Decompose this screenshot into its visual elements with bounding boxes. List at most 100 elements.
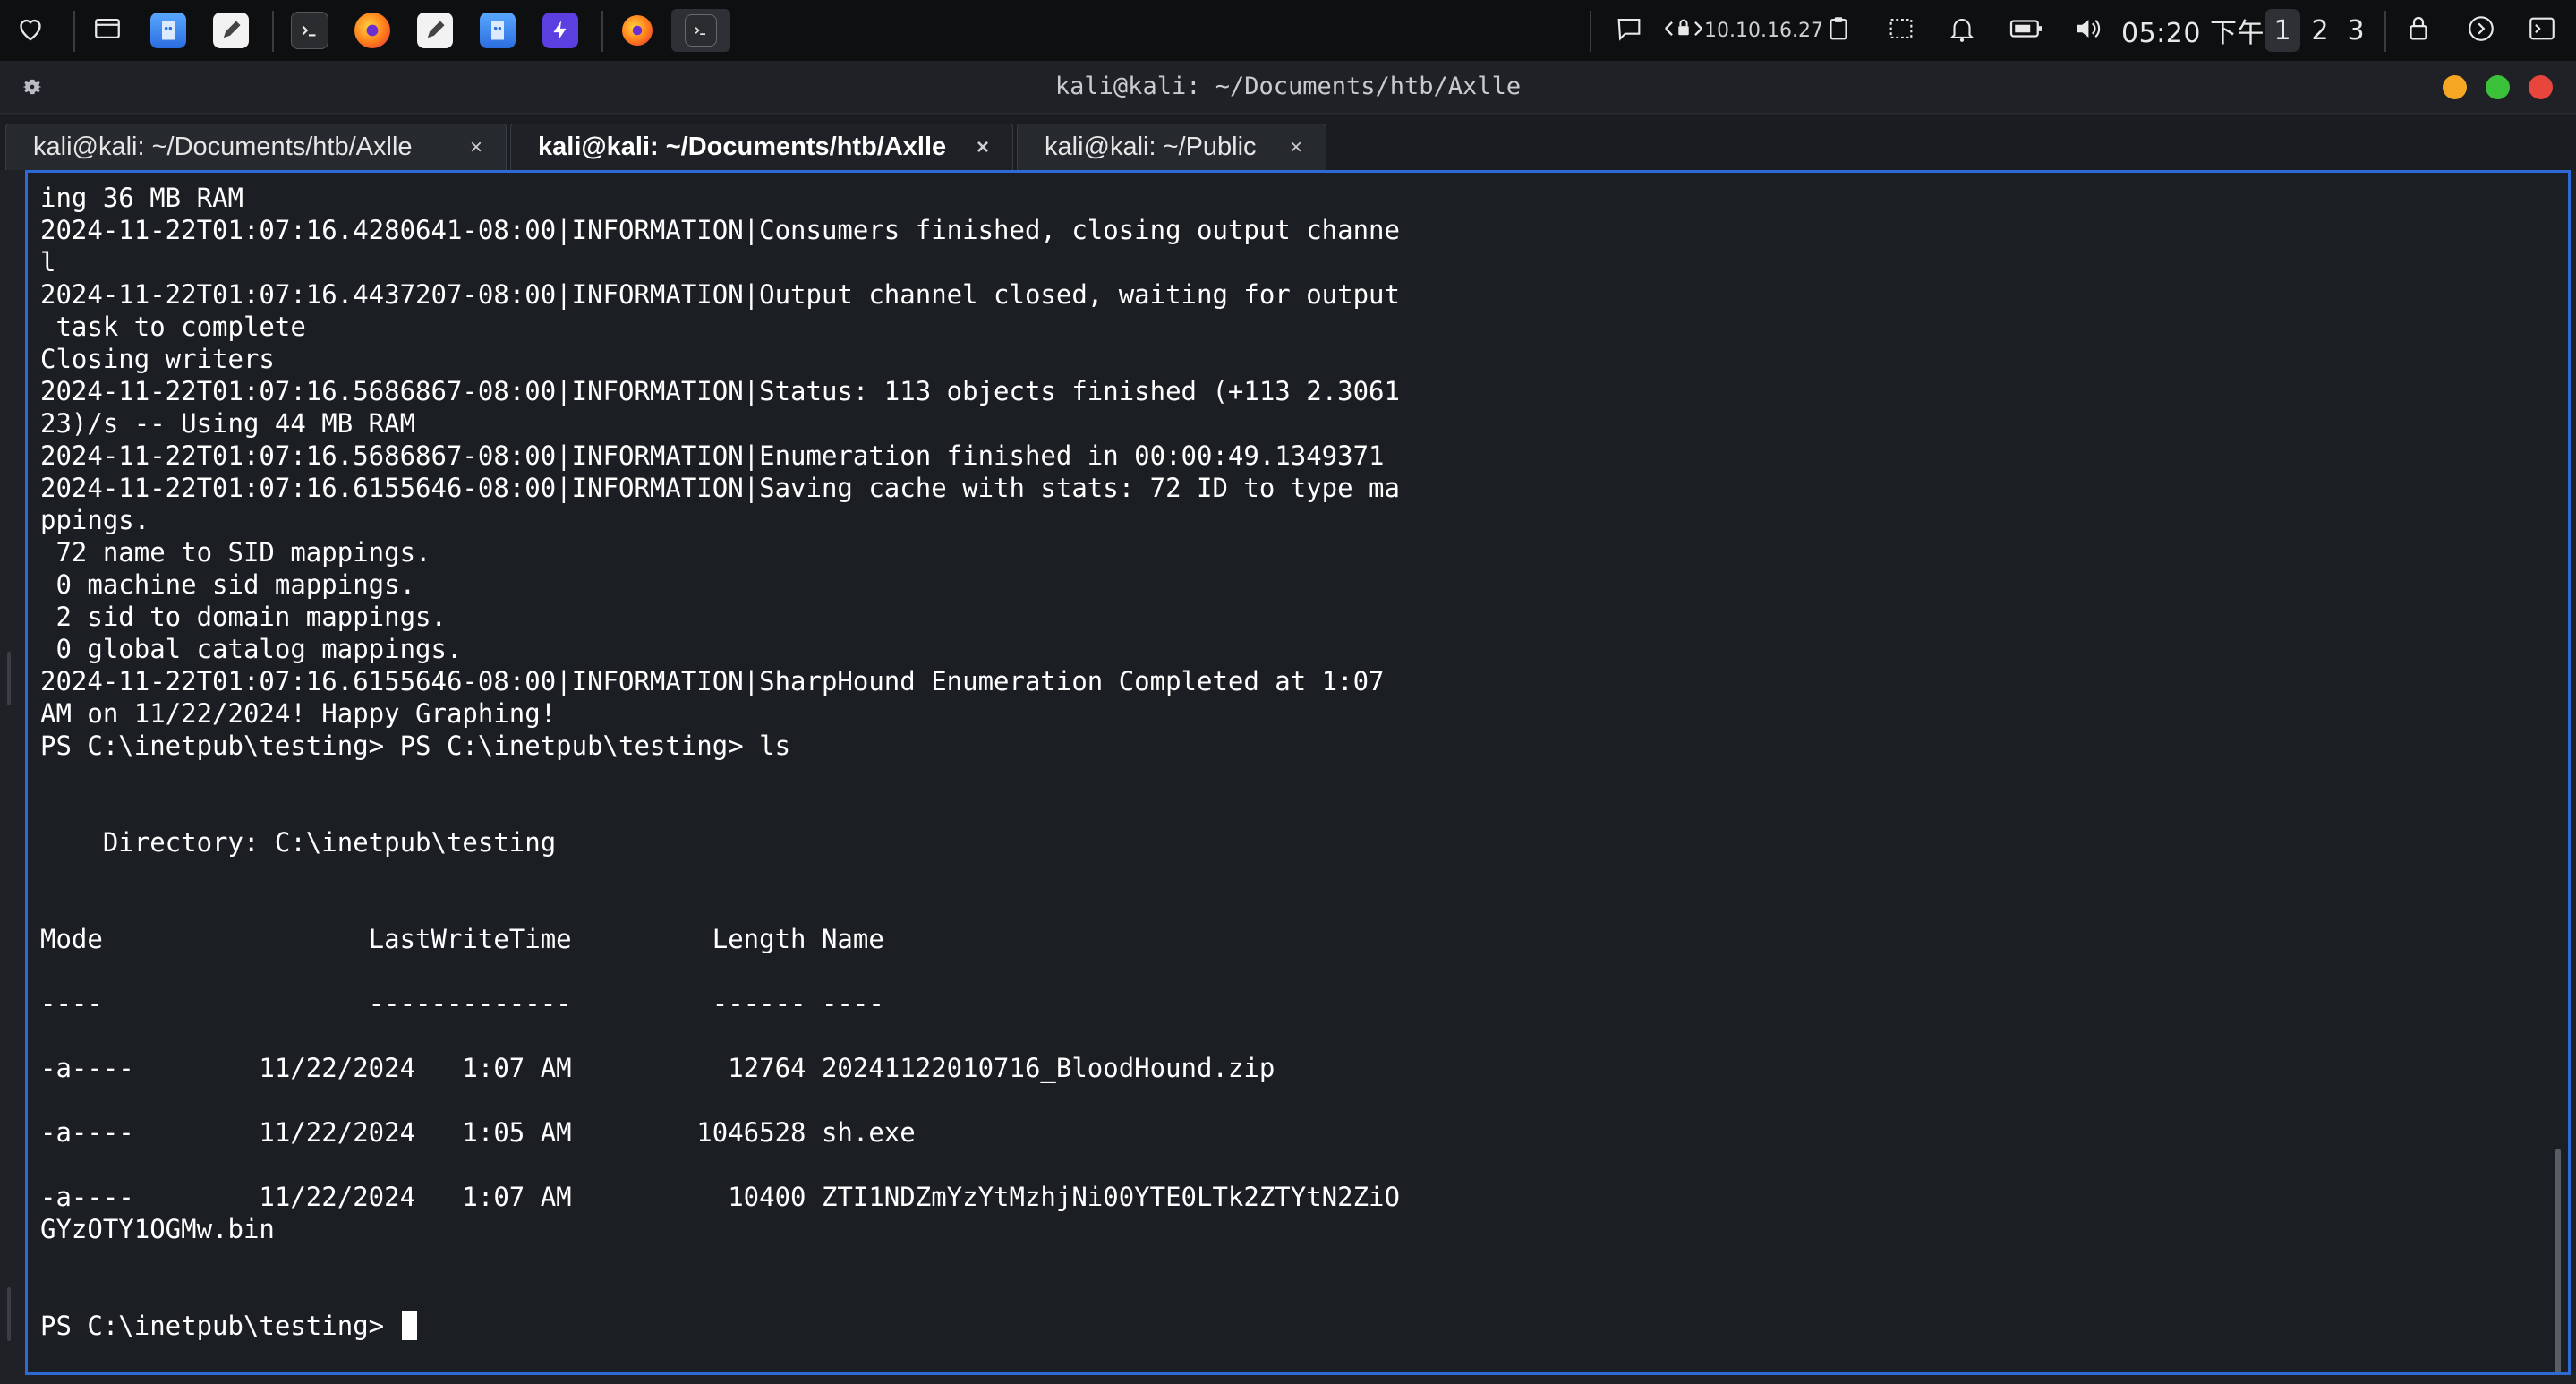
clock-widget[interactable]: 05:20 下午 [2121, 9, 2265, 52]
terminal-line: 2024-11-22T01:07:16.4437207-08:00|INFORM… [40, 279, 1400, 310]
tab-label: kali@kali: ~/Documents/htb/Axlle [33, 132, 413, 161]
text-editor-icon [417, 13, 453, 48]
screenshot-button[interactable] [1881, 9, 1921, 52]
screenshot-icon [1886, 13, 1916, 47]
text-cursor [401, 1311, 417, 1340]
terminal-line: 2024-11-22T01:07:16.6155646-08:00|INFORM… [40, 473, 1400, 503]
ip-address-label: 10.10.16.27 [1704, 19, 1823, 42]
notifications-display-button[interactable] [1609, 9, 1649, 52]
clipboard-icon [1823, 13, 1854, 47]
clock-label: 05:20 下午 [2121, 18, 2265, 49]
terminal-window: kali@kali: ~/Documents/htb/Axlle kali@ka… [0, 61, 2576, 1384]
text-editor-launcher-2[interactable] [414, 9, 456, 52]
top-panel: 10.10.16.27 05:20 下午 1 2 3 [0, 0, 2576, 61]
panel-separator [601, 11, 603, 52]
terminal-text: ing 36 MB RAM 2024-11-22T01:07:16.4280641… [40, 182, 1400, 1342]
battery-icon [2009, 13, 2044, 47]
resize-handle[interactable] [7, 1287, 11, 1341]
tab-public[interactable]: kali@kali: ~/Public × [1017, 124, 1326, 170]
minimize-button[interactable] [2443, 75, 2467, 99]
terminal-launcher[interactable] [288, 9, 331, 52]
terminal-line: 2024-11-22T01:07:16.6155646-08:00|INFORM… [40, 666, 1385, 696]
tab-label: kali@kali: ~/Public [1045, 132, 1257, 161]
terminal-line: ---- ------------- ------ ---- [40, 988, 884, 1019]
resize-handle[interactable] [7, 652, 11, 705]
network-indicator[interactable]: 10.10.16.27 [1663, 9, 1823, 52]
favorites-launcher[interactable] [9, 9, 52, 52]
terminal-line: l [40, 247, 56, 278]
terminal-task[interactable] [671, 9, 730, 52]
vpn-network-icon [1663, 15, 1704, 46]
terminal-line: AM on 11/22/2024! Happy Graphing! [40, 698, 557, 729]
terminal-tray-button[interactable] [2522, 9, 2562, 52]
burpsuite-launcher[interactable] [539, 9, 582, 52]
workspace-label: 3 [2347, 14, 2365, 47]
terminal-icon [685, 14, 717, 47]
window-title: kali@kali: ~/Documents/htb/Axlle [1054, 73, 1522, 100]
terminal-line: 0 machine sid mappings. [40, 569, 416, 600]
terminal-icon [291, 12, 328, 49]
logout-button[interactable] [2461, 9, 2501, 52]
chevron-right-circle-icon [2466, 13, 2496, 47]
workspace-2[interactable]: 2 [2302, 9, 2338, 52]
burpsuite-icon [542, 13, 578, 48]
lock-screen-button[interactable] [2399, 9, 2438, 52]
panel-separator [1590, 11, 1591, 52]
scrollbar[interactable] [2555, 1149, 2561, 1372]
window-titlebar[interactable]: kali@kali: ~/Documents/htb/Axlle [0, 61, 2576, 114]
prompt-line: PS C:\inetpub\testing> [40, 1310, 1400, 1342]
volume-icon [2072, 13, 2103, 47]
terminal-line: -a---- 11/22/2024 1:05 AM 1046528 sh.exe [40, 1117, 916, 1148]
file-manager-launcher-2[interactable] [476, 9, 519, 52]
terminal-line: GYzOTY1OGMw.bin [40, 1214, 275, 1244]
tab-close-icon[interactable]: × [1290, 135, 1302, 160]
tab-axlle-1[interactable]: kali@kali: ~/Documents/htb/Axlle × [5, 124, 507, 170]
volume-control[interactable] [2068, 9, 2107, 52]
terminal-line: 2024-11-22T01:07:16.5686867-08:00|INFORM… [40, 440, 1385, 471]
bell-icon [1947, 13, 1977, 47]
battery-indicator[interactable] [2007, 9, 2046, 52]
terminal-line: task to complete [40, 312, 306, 342]
terminal-line: Directory: C:\inetpub\testing [40, 827, 557, 858]
firefox-icon [622, 15, 653, 46]
tab-axlle-2[interactable]: kali@kali: ~/Documents/htb/Axlle × [510, 124, 1013, 170]
file-manager-launcher[interactable] [147, 9, 190, 52]
maximize-button[interactable] [2486, 75, 2510, 99]
prompt-text: PS C:\inetpub\testing> [40, 1311, 400, 1341]
display-icon [1614, 13, 1644, 47]
firefox-launcher[interactable] [351, 9, 394, 52]
close-button[interactable] [2529, 75, 2553, 99]
tab-close-icon[interactable]: × [470, 135, 482, 160]
tab-close-icon[interactable]: × [977, 135, 989, 160]
notifications-button[interactable] [1942, 9, 1982, 52]
text-editor-launcher[interactable] [209, 9, 252, 52]
panel-separator [73, 11, 75, 52]
terminal-line: Closing writers [40, 344, 275, 374]
terminal-line: 2 sid to domain mappings. [40, 602, 447, 632]
tab-label: kali@kali: ~/Documents/htb/Axlle [538, 132, 947, 161]
terminal-line: 2024-11-22T01:07:16.4280641-08:00|INFORM… [40, 215, 1400, 245]
file-manager-icon [150, 13, 186, 48]
tab-bar: kali@kali: ~/Documents/htb/Axlle × kali@… [0, 115, 2576, 170]
terminal-line: ppings. [40, 505, 150, 535]
workspace-3[interactable]: 3 [2338, 9, 2374, 52]
workspace-1[interactable]: 1 [2265, 9, 2300, 52]
show-desktop-icon [92, 13, 123, 47]
show-desktop-launcher[interactable] [86, 9, 129, 52]
firefox-icon [354, 13, 390, 48]
text-editor-icon [213, 13, 249, 48]
panel-separator [272, 11, 274, 52]
firefox-task[interactable] [616, 9, 659, 52]
terminal-line: Mode LastWriteTime Length Name [40, 924, 884, 954]
terminal-output[interactable]: ing 36 MB RAM 2024-11-22T01:07:16.4280641… [25, 170, 2571, 1375]
clipboard-button[interactable] [1819, 9, 1858, 52]
